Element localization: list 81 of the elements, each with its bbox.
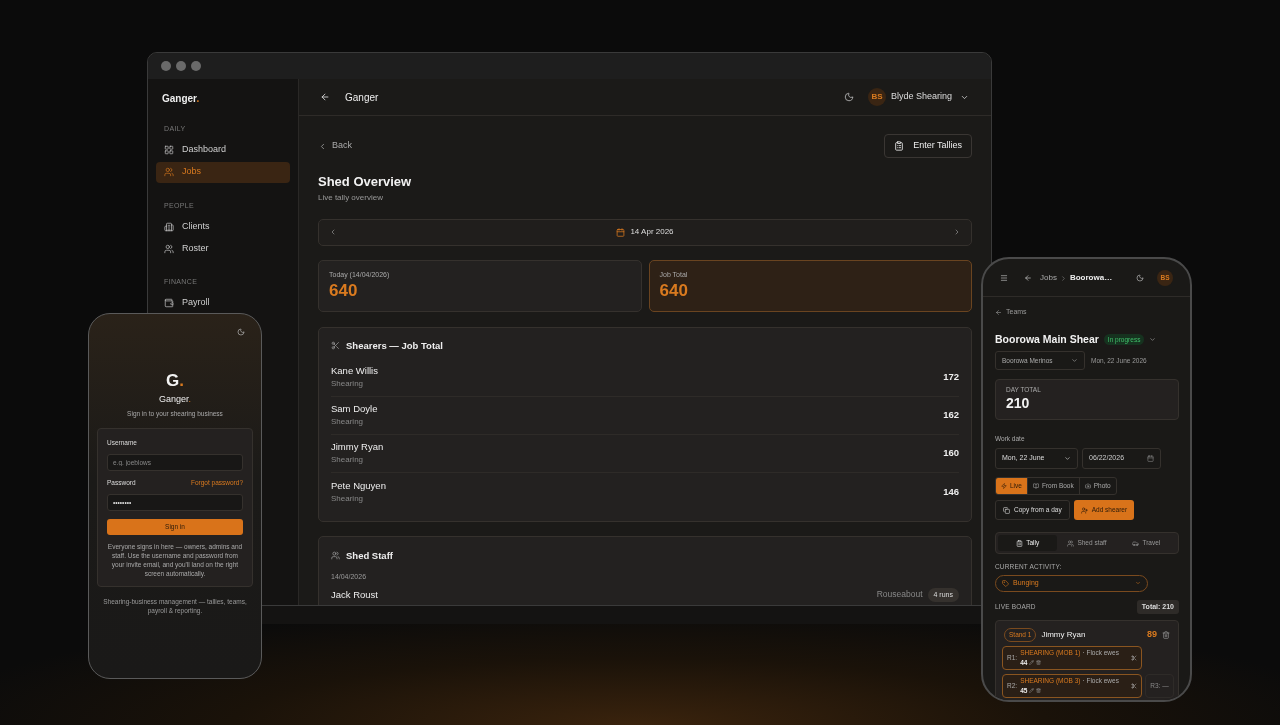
scissors-icon <box>331 341 340 351</box>
copy-icon <box>1003 506 1010 514</box>
trash-icon[interactable] <box>1036 688 1042 694</box>
job-title: Boorowa Main Shear <box>995 331 1099 347</box>
chevron-icon <box>1064 455 1071 462</box>
shearer-role: Shearing <box>331 492 365 505</box>
trash-icon[interactable] <box>1036 660 1042 666</box>
grid-icon <box>164 145 174 155</box>
back-arrow-icon <box>995 308 1002 316</box>
shearer-count: 162 <box>943 408 959 423</box>
header-title: Ganger <box>345 90 379 105</box>
shearer-name: Kane Willis <box>331 364 378 379</box>
shearer-name: Jimmy Ryan <box>1041 629 1086 642</box>
back-arrow-icon[interactable] <box>1024 274 1032 282</box>
shearer-role: Shearing <box>331 378 365 391</box>
card-title: Shearers — Job Total <box>346 338 443 353</box>
day-total-value: 210 <box>1006 395 1030 411</box>
page-title: Shed Overview <box>318 173 412 191</box>
card-title: Shed Staff <box>346 548 393 563</box>
nav-item[interactable]: Jobs <box>156 161 290 183</box>
building-icon <box>164 221 174 232</box>
breadcrumb-link[interactable]: Jobs <box>1040 272 1057 284</box>
book-icon <box>1032 483 1039 489</box>
moon-icon[interactable] <box>1136 274 1144 282</box>
logo-text: Ganger. <box>161 92 201 106</box>
nav-item[interactable]: Dashboard <box>156 139 290 161</box>
shearer-count: 160 <box>943 446 959 461</box>
trash-icon[interactable] <box>1162 631 1170 640</box>
stat-value: 640 <box>329 280 358 302</box>
pencil-icon[interactable] <box>1029 660 1035 666</box>
breadcrumb-current: Boorowa… <box>1069 272 1113 284</box>
scissors-icon[interactable] <box>1131 655 1137 661</box>
shearer-count: 146 <box>943 484 959 499</box>
car-icon <box>1132 539 1140 547</box>
nav-item[interactable]: Payroll <box>156 292 290 314</box>
moon-icon[interactable] <box>237 328 245 336</box>
user-menu[interactable]: BS Blyde Shearing <box>867 88 969 106</box>
user-avatar: BS <box>867 88 886 106</box>
add-person-icon <box>1080 506 1088 514</box>
date-label[interactable]: 14 Apr 2026 <box>616 226 674 238</box>
menu-icon[interactable] <box>1000 274 1008 282</box>
next-icon[interactable] <box>953 228 961 236</box>
shearer-name: Jimmy Ryan <box>331 440 384 455</box>
logo-mark: G. <box>166 372 184 389</box>
tag-icon <box>1002 579 1009 587</box>
staff-name: Jack Roust <box>331 587 378 602</box>
stat-value: 640 <box>659 280 688 302</box>
people-icon <box>331 551 340 561</box>
chevron-left-icon <box>318 141 327 151</box>
people-icon <box>1067 539 1075 547</box>
back-link[interactable]: Back <box>318 139 352 153</box>
shearer-name: Sam Doyle <box>331 402 378 417</box>
wallet-icon <box>164 298 174 308</box>
chevron-icon <box>1135 580 1141 587</box>
moon-icon[interactable] <box>843 92 854 102</box>
camera-icon <box>1084 483 1091 489</box>
shearer-name: Pete Nguyen <box>331 478 386 493</box>
staff-role: Rouseabout <box>876 588 923 602</box>
scissors-icon[interactable] <box>1131 683 1137 689</box>
nav-item[interactable]: Clients <box>156 216 290 237</box>
shearer-role: Shearing <box>331 416 365 429</box>
breadcrumb-separator-icon <box>1059 274 1067 282</box>
pencil-icon[interactable] <box>1029 688 1035 694</box>
chevron-icon <box>1071 357 1078 365</box>
chevron-icon[interactable] <box>1149 335 1157 343</box>
app-name: Ganger. <box>158 393 191 406</box>
lightning-icon <box>1001 483 1007 489</box>
nav-item[interactable]: Roster <box>156 238 290 259</box>
people-icon <box>164 243 174 254</box>
back-arrow-icon[interactable] <box>320 92 330 102</box>
clipboard-icon <box>1016 539 1024 547</box>
people-icon <box>164 167 174 177</box>
previous-icon[interactable] <box>329 228 337 236</box>
page-subtitle: Live tally overview <box>318 191 383 204</box>
clipboard-icon <box>894 141 905 151</box>
calendar-icon <box>616 227 626 237</box>
calendar-icon <box>1147 455 1154 462</box>
shearer-count: 172 <box>943 370 959 385</box>
enter-tallies-button[interactable]: Enter Tallies <box>884 134 972 158</box>
shearer-role: Shearing <box>331 454 365 467</box>
stand-count: 89 <box>1147 628 1157 642</box>
